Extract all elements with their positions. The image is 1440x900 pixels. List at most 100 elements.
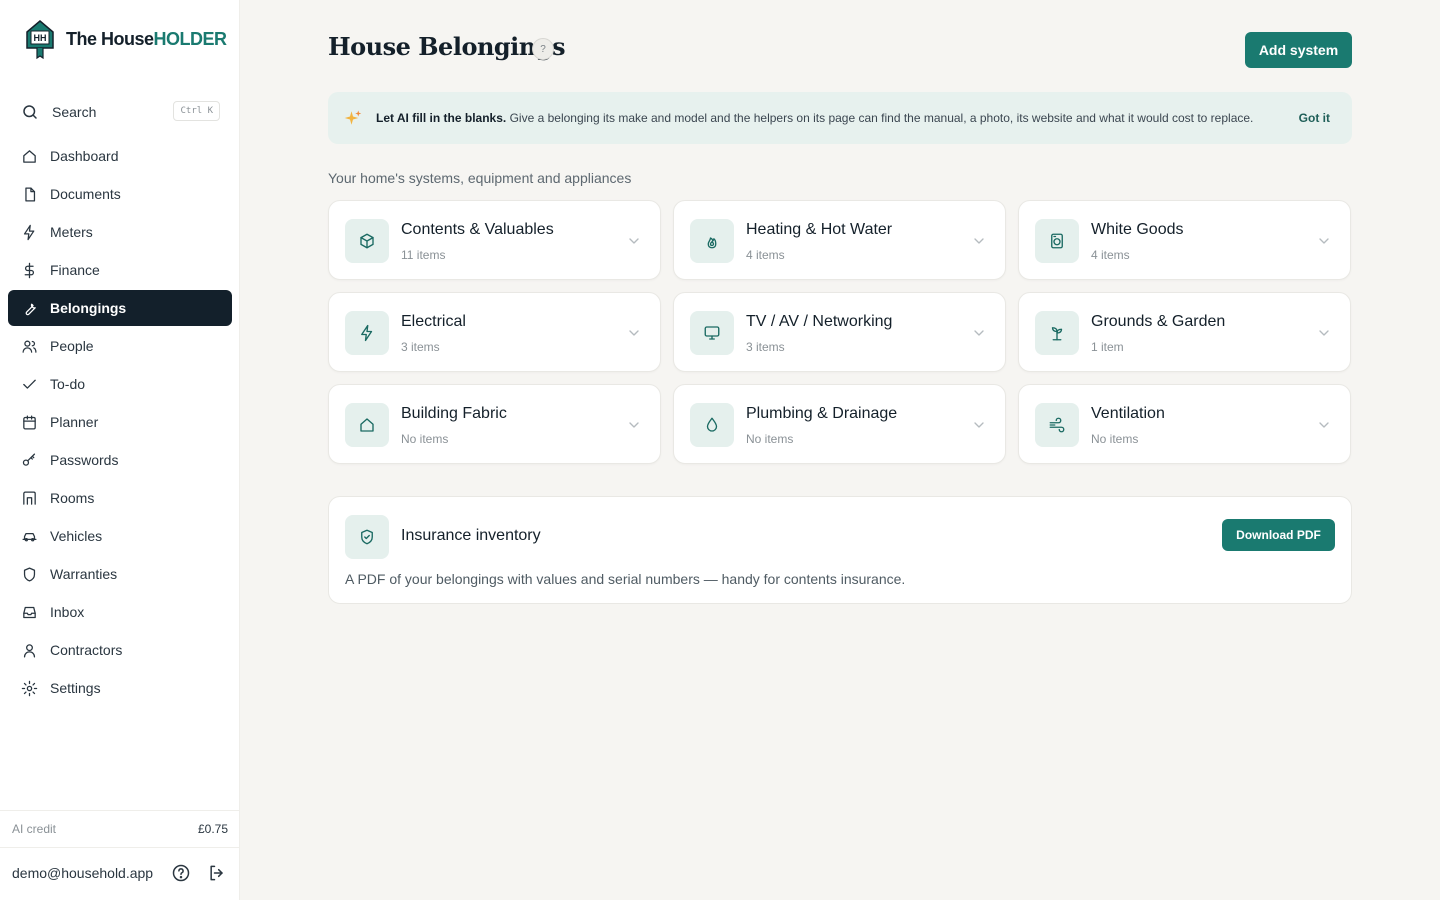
sidebar-item-label: Finance	[50, 262, 100, 278]
key-icon	[20, 451, 38, 469]
house-icon	[345, 403, 389, 447]
chevron-down-icon[interactable]	[971, 417, 987, 433]
sidebar-item-settings[interactable]: Settings	[8, 670, 232, 706]
sidebar-item-warranties[interactable]: Warranties	[8, 556, 232, 592]
system-count: 1 item	[1091, 340, 1124, 354]
sidebar-item-dashboard[interactable]: Dashboard	[8, 138, 232, 174]
insurance-description: A PDF of your belongings with values and…	[345, 571, 906, 587]
brand-name: The HouseHOLDER	[66, 28, 227, 49]
section-label: Your home's systems, equipment and appli…	[328, 170, 632, 186]
chevron-down-icon[interactable]	[1316, 325, 1332, 341]
system-count: 11 items	[401, 248, 446, 262]
shield-icon	[20, 565, 38, 583]
search-trigger[interactable]: Search Ctrl K	[20, 98, 220, 126]
page-help-button[interactable]: ?	[532, 38, 554, 60]
monitor-icon	[690, 311, 734, 355]
sidebar-item-vehicles[interactable]: Vehicles	[8, 518, 232, 554]
chevron-down-icon[interactable]	[626, 417, 642, 433]
wind-icon	[1035, 403, 1079, 447]
sidebar-item-finance[interactable]: Finance	[8, 252, 232, 288]
sidebar-item-label: Documents	[50, 186, 121, 202]
chevron-down-icon[interactable]	[626, 233, 642, 249]
sidebar-item-belongings[interactable]: Belongings	[8, 290, 232, 326]
dollar-icon	[20, 261, 38, 279]
account-bar: demo@household.app	[12, 858, 228, 888]
ai-credit-value: £0.75	[197, 822, 228, 836]
dismiss-tip-button[interactable]: Got it	[1299, 111, 1330, 125]
ai-credit-label: AI credit	[12, 822, 57, 836]
chevron-down-icon[interactable]	[971, 233, 987, 249]
inbox-icon	[20, 603, 38, 621]
sidebar-item-label: Dashboard	[50, 148, 119, 164]
sidebar-item-label: Meters	[50, 224, 93, 240]
sidebar-item-rooms[interactable]: Rooms	[8, 480, 232, 516]
system-count: No items	[1091, 432, 1139, 446]
flame-icon	[690, 219, 734, 263]
ai-credit: AI credit £0.75	[0, 810, 240, 848]
users-icon	[20, 337, 38, 355]
system-title: Heating & Hot Water	[746, 221, 893, 238]
system-title: Grounds & Garden	[1091, 313, 1226, 330]
system-card-tv-av-networking[interactable]: TV / AV / Networking 3 items	[673, 292, 1006, 372]
sidebar-item-contractors[interactable]: Contractors	[8, 632, 232, 668]
download-pdf-button[interactable]: Download PDF	[1222, 519, 1335, 551]
system-title: White Goods	[1091, 221, 1184, 238]
sidebar: HH The HouseHOLDER Search Ctrl K Dashboa…	[0, 0, 240, 900]
main-content: House Belongings ? Add system Let AI fil…	[240, 0, 1440, 900]
system-card-plumbing-drainage[interactable]: Plumbing & Drainage No items	[673, 384, 1006, 464]
sidebar-item-passwords[interactable]: Passwords	[8, 442, 232, 478]
sidebar-item-meters[interactable]: Meters	[8, 214, 232, 250]
help-icon[interactable]	[170, 862, 192, 884]
search-label: Search	[52, 104, 97, 120]
system-card-heating-hot-water[interactable]: Heating & Hot Water 4 items	[673, 200, 1006, 280]
system-card-electrical[interactable]: Electrical 3 items	[328, 292, 661, 372]
logout-icon[interactable]	[206, 862, 228, 884]
add-system-button[interactable]: Add system	[1245, 32, 1352, 68]
sidebar-item-label: Passwords	[50, 452, 119, 468]
sidebar-item-inbox[interactable]: Inbox	[8, 594, 232, 630]
chevron-down-icon[interactable]	[1316, 233, 1332, 249]
system-card-grounds-garden[interactable]: Grounds & Garden 1 item	[1018, 292, 1351, 372]
sparkles-icon	[344, 110, 362, 125]
system-card-white-goods[interactable]: White Goods 4 items	[1018, 200, 1351, 280]
shield-check-icon	[345, 515, 389, 559]
sidebar-item-label: Warranties	[50, 566, 118, 582]
system-title: TV / AV / Networking	[746, 313, 893, 330]
page-title: House Belongings	[328, 32, 566, 61]
file-icon	[20, 185, 38, 203]
sidebar-item-planner[interactable]: Planner	[8, 404, 232, 440]
bolt-icon	[20, 223, 38, 241]
system-count: 4 items	[1091, 248, 1130, 262]
system-title: Contents & Valuables	[401, 221, 554, 238]
search-icon	[20, 102, 40, 122]
system-count: 3 items	[401, 340, 440, 354]
check-icon	[20, 375, 38, 393]
sidebar-item-label: Settings	[50, 680, 101, 696]
sidebar-item-to-do[interactable]: To-do	[8, 366, 232, 402]
sprout-icon	[1035, 311, 1079, 355]
car-icon	[20, 527, 38, 545]
insurance-inventory-card: Insurance inventory A PDF of your belong…	[328, 496, 1352, 604]
sidebar-item-label: Contractors	[50, 642, 123, 658]
system-card-contents-valuables[interactable]: Contents & Valuables 11 items	[328, 200, 661, 280]
insurance-title: Insurance inventory	[401, 527, 541, 544]
chevron-down-icon[interactable]	[1316, 417, 1332, 433]
sidebar-item-people[interactable]: People	[8, 328, 232, 364]
chevron-down-icon[interactable]	[971, 325, 987, 341]
calendar-icon	[20, 413, 38, 431]
system-count: No items	[401, 432, 449, 446]
sidebar-item-label: Vehicles	[50, 528, 103, 544]
system-title: Electrical	[401, 313, 466, 330]
sidebar-item-documents[interactable]: Documents	[8, 176, 232, 212]
system-card-building-fabric[interactable]: Building Fabric No items	[328, 384, 661, 464]
person-icon	[20, 641, 38, 659]
chevron-down-icon[interactable]	[626, 325, 642, 341]
home-icon	[20, 147, 38, 165]
brand[interactable]: HH The HouseHOLDER	[24, 18, 227, 60]
systems-grid: Contents & Valuables 11 items Heating & Ho…	[328, 200, 1352, 464]
system-card-ventilation[interactable]: Ventilation No items	[1018, 384, 1351, 464]
svg-text:HH: HH	[34, 33, 47, 43]
ai-tip-text: Let AI fill in the blanks. Give a belong…	[376, 111, 1254, 125]
account-email[interactable]: demo@household.app	[12, 865, 156, 881]
washer-icon	[1035, 219, 1079, 263]
